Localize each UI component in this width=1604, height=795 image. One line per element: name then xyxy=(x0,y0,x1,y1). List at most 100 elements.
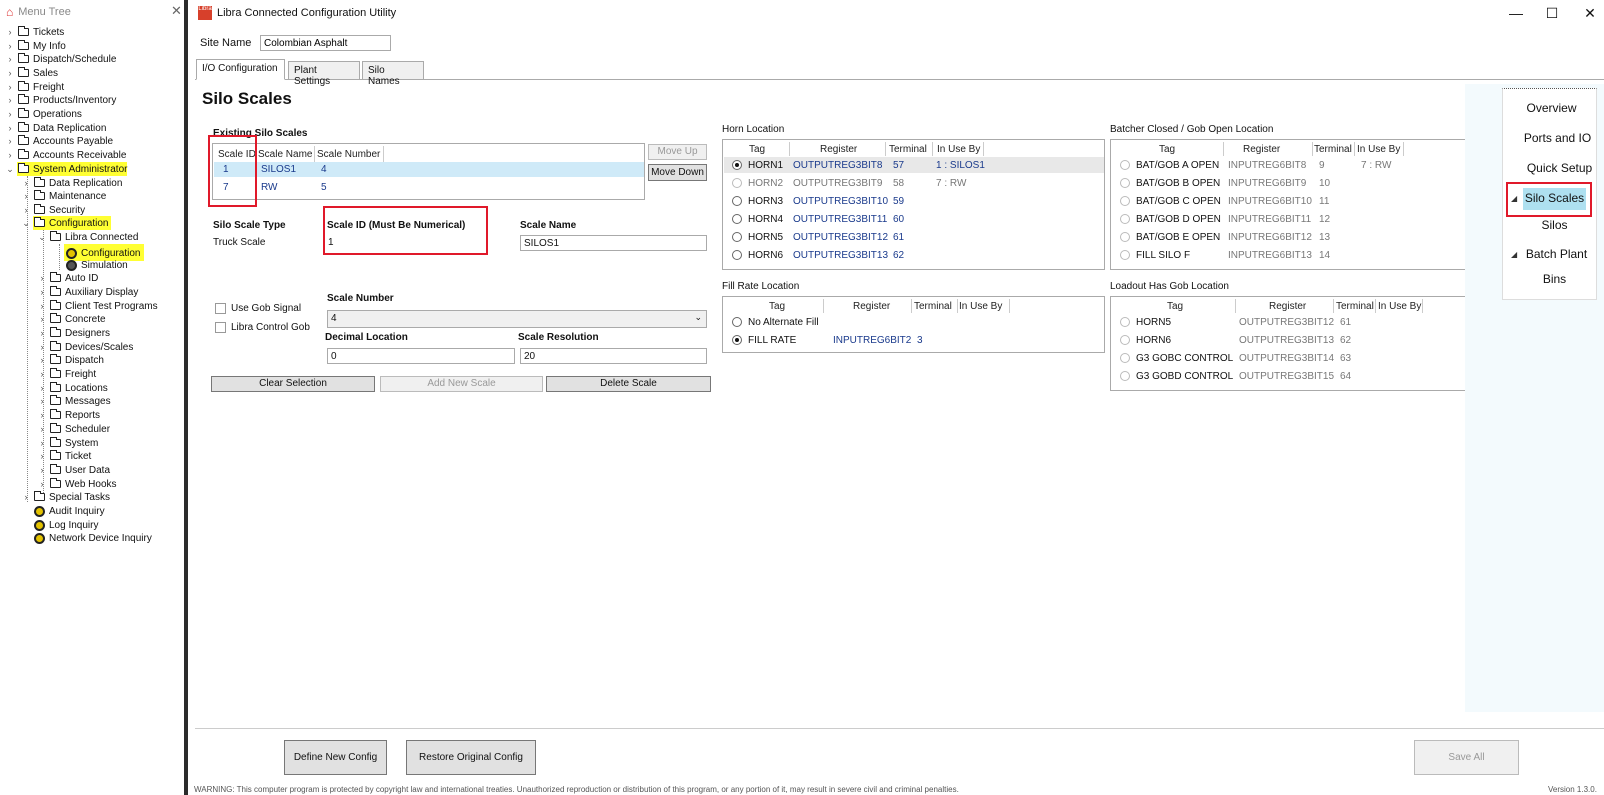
tree-item-freight-2[interactable]: › Freight xyxy=(37,367,96,381)
tree-item-freight[interactable]: › Freight xyxy=(5,80,64,94)
add-new-scale-button[interactable]: Add New Scale xyxy=(380,376,543,392)
fill-rate-radio[interactable] xyxy=(732,335,742,345)
loadout-horn6-radio[interactable] xyxy=(1120,335,1130,345)
clear-selection-button[interactable]: Clear Selection xyxy=(211,376,375,392)
site-name-input[interactable] xyxy=(260,35,391,51)
open-folder-icon xyxy=(18,163,29,173)
save-all-button[interactable]: Save All xyxy=(1414,740,1519,775)
nav-batch-plant[interactable]: Batch Plant xyxy=(1509,247,1604,261)
nav-overview[interactable]: Overview xyxy=(1504,101,1599,115)
scale-number-select[interactable]: 4 ⌄ xyxy=(327,310,707,328)
tab-plant-settings[interactable]: Plant Settings xyxy=(288,61,360,87)
batcher-d-radio[interactable] xyxy=(1120,214,1130,224)
tree-item-my-info[interactable]: › My Info xyxy=(5,39,66,53)
tree-label: Simulation xyxy=(81,259,128,271)
tree-item-simulation[interactable]: Simulation xyxy=(63,258,128,272)
tree-label: Libra Connected xyxy=(65,231,139,243)
tree-item-designers[interactable]: › Designers xyxy=(37,326,110,340)
tree-item-configuration[interactable]: ⌄ Configuration xyxy=(21,216,108,230)
tree-item-user-data[interactable]: › User Data xyxy=(37,463,110,477)
batcher-a-radio[interactable] xyxy=(1120,160,1130,170)
tree-label: My Info xyxy=(33,40,66,52)
close-icon[interactable]: ✕ xyxy=(171,3,182,19)
tree-item-ticket[interactable]: › Ticket xyxy=(37,449,91,463)
tree-item-reports[interactable]: › Reports xyxy=(37,408,100,422)
column-header: Terminal xyxy=(1336,301,1374,312)
horn1-radio[interactable] xyxy=(732,160,742,170)
tree-item-maintenance[interactable]: › Maintenance xyxy=(21,189,106,203)
tree-item-system-administrator[interactable]: ⌄ System Administrator xyxy=(5,162,127,176)
horn2-radio[interactable] xyxy=(732,178,742,188)
tree-item-messages[interactable]: › Messages xyxy=(37,394,111,408)
tree-item-special-tasks[interactable]: › Special Tasks xyxy=(21,490,110,504)
tree-item-auto-id[interactable]: › Auto ID xyxy=(37,271,98,285)
tree-item-concrete[interactable]: › Concrete xyxy=(37,312,106,326)
no-alternate-fill-radio[interactable] xyxy=(732,317,742,327)
scale-name-input[interactable]: SILOS1 xyxy=(520,235,707,251)
table-cell: BAT/GOB E OPEN xyxy=(1136,232,1221,243)
column-divider xyxy=(983,142,984,156)
tree-item-data-replication-2[interactable]: › Data Replication xyxy=(21,176,122,190)
close-window-button[interactable]: ✕ xyxy=(1578,4,1602,22)
define-new-config-button[interactable]: Define New Config xyxy=(284,740,387,775)
restore-original-config-button[interactable]: Restore Original Config xyxy=(406,740,536,775)
tree-item-locations[interactable]: › Locations xyxy=(37,381,108,395)
tree-item-dispatch-schedule[interactable]: › Dispatch/Schedule xyxy=(5,52,116,66)
move-up-button[interactable]: Move Up xyxy=(648,144,707,160)
scale-number-label: Scale Number xyxy=(327,293,394,304)
loadout-horn5-radio[interactable] xyxy=(1120,317,1130,327)
batcher-b-radio[interactable] xyxy=(1120,178,1130,188)
table-cell: OUTPUTREG3BIT11 xyxy=(793,214,888,225)
batcher-e-radio[interactable] xyxy=(1120,232,1130,242)
tree-item-accounts-receivable[interactable]: › Accounts Receivable xyxy=(5,148,126,162)
nav-silos[interactable]: Silos xyxy=(1507,218,1602,232)
tree-item-system[interactable]: › System xyxy=(37,436,98,450)
decimal-location-input[interactable]: 0 xyxy=(327,348,515,364)
tree-item-log-inquiry[interactable]: Log Inquiry xyxy=(31,518,98,532)
tree-item-products-inventory[interactable]: › Products/Inventory xyxy=(5,93,116,107)
libra-control-gob-checkbox[interactable] xyxy=(215,322,226,333)
horn4-radio[interactable] xyxy=(732,214,742,224)
loadout-gobd-radio[interactable] xyxy=(1120,371,1130,381)
tree-item-data-replication[interactable]: › Data Replication xyxy=(5,121,106,135)
horn3-radio[interactable] xyxy=(732,196,742,206)
tree-item-auxiliary-display[interactable]: › Auxiliary Display xyxy=(37,285,138,299)
tree-item-dispatch[interactable]: › Dispatch xyxy=(37,353,104,367)
column-header: Register xyxy=(853,301,891,312)
tree-label: Web Hooks xyxy=(65,478,117,490)
minimize-button[interactable]: — xyxy=(1504,4,1528,22)
tree-item-devices-scales[interactable]: › Devices/Scales xyxy=(37,340,133,354)
tree-item-web-hooks[interactable]: › Web Hooks xyxy=(37,477,117,491)
maximize-button[interactable]: ☐ xyxy=(1540,4,1564,22)
move-down-button[interactable]: Move Down xyxy=(648,164,707,181)
nav-ports-and-io[interactable]: Ports and IO xyxy=(1510,131,1604,145)
horn5-radio[interactable] xyxy=(732,232,742,242)
tree-item-libra-connected[interactable]: ⌄ Libra Connected xyxy=(37,230,138,244)
tree-item-audit-inquiry[interactable]: Audit Inquiry xyxy=(31,504,105,518)
use-gob-signal-checkbox[interactable] xyxy=(215,303,226,314)
table-cell: 9 xyxy=(1319,160,1325,171)
tree-item-scheduler[interactable]: › Scheduler xyxy=(37,422,110,436)
loadout-gobc-radio[interactable] xyxy=(1120,353,1130,363)
nav-bins[interactable]: Bins xyxy=(1507,272,1602,286)
tab-io-configuration[interactable]: I/O Configuration xyxy=(196,59,285,80)
scale-resolution-input[interactable]: 20 xyxy=(520,348,707,364)
nav-quick-setup[interactable]: Quick Setup xyxy=(1512,161,1604,175)
column-divider xyxy=(1223,142,1224,156)
fill-silo-f-radio[interactable] xyxy=(1120,250,1130,260)
tree-item-tickets[interactable]: › Tickets xyxy=(5,25,64,39)
batcher-c-radio[interactable] xyxy=(1120,196,1130,206)
tree-item-operations[interactable]: › Operations xyxy=(5,107,82,121)
delete-scale-button[interactable]: Delete Scale xyxy=(546,376,711,392)
tree-item-accounts-payable[interactable]: › Accounts Payable xyxy=(5,134,113,148)
tree-item-network-device-inquiry[interactable]: Network Device Inquiry xyxy=(31,531,152,545)
tree-item-client-test-programs[interactable]: › Client Test Programs xyxy=(37,299,158,313)
tree-item-security[interactable]: › Security xyxy=(21,203,85,217)
tab-silo-names[interactable]: Silo Names xyxy=(362,61,424,87)
tree-item-sales[interactable]: › Sales xyxy=(5,66,58,80)
horn6-radio[interactable] xyxy=(732,250,742,260)
table-cell: BAT/GOB A OPEN xyxy=(1136,160,1220,171)
tree-label: Data Replication xyxy=(33,122,107,134)
tree-label: Dispatch/Schedule xyxy=(33,53,117,65)
table-cell: OUTPUTREG3BIT9 xyxy=(793,178,883,189)
